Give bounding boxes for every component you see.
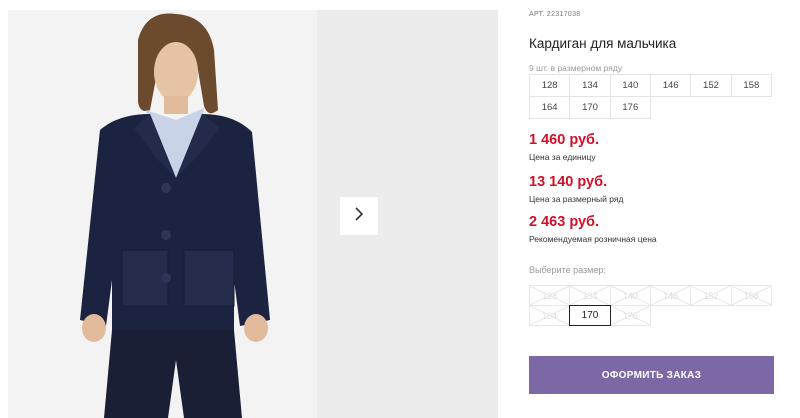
size-range-cell: 170 — [569, 96, 611, 119]
choose-size-label: Выберите размер: — [529, 265, 606, 275]
size-option-selected[interactable]: 170 — [569, 305, 611, 326]
retail-price: 2 463 руб. — [529, 214, 600, 230]
unit-price: 1 460 руб. — [529, 132, 600, 148]
size-option-unavailable: 140 — [609, 285, 651, 306]
size-option-unavailable: 152 — [690, 285, 732, 306]
range-price: 13 140 руб. — [529, 174, 608, 190]
size-range-cell: 134 — [569, 74, 611, 97]
size-option-unavailable: 128 — [529, 285, 571, 306]
size-range-cell: 128 — [529, 74, 571, 97]
boy-in-cardigan-image — [8, 10, 317, 418]
article-number: АРТ. 22317038 — [529, 11, 580, 18]
size-option-unavailable: 134 — [569, 285, 611, 306]
size-range-cell: 140 — [609, 74, 651, 97]
size-range-cell: 164 — [529, 96, 571, 119]
unit-price-label: Цена за единицу — [529, 152, 596, 162]
size-option-unavailable: 158 — [730, 285, 772, 306]
article-value: 22317038 — [546, 11, 581, 18]
size-option-unavailable: 146 — [649, 285, 692, 306]
article-prefix: АРТ. — [529, 11, 545, 18]
choose-size-grid: 128 134 140 146 152 158 164 170 176 — [529, 285, 777, 326]
size-option-unavailable: 176 — [609, 305, 651, 326]
range-price-label: Цена за размерный ряд — [529, 194, 624, 204]
product-gallery — [8, 10, 498, 418]
place-order-button[interactable]: ОФОРМИТЬ ЗАКАЗ — [529, 356, 774, 394]
size-option-unavailable: 164 — [529, 305, 571, 326]
size-range-grid: 128 134 140 146 152 158 164 170 176 — [529, 74, 777, 119]
size-range-cell: 146 — [649, 74, 692, 97]
size-range-cell: 176 — [609, 96, 651, 119]
size-count: 9 шт. в размерном ряду — [529, 63, 623, 73]
retail-price-label: Рекомендуемая розничная цена — [529, 234, 657, 244]
next-photo-button[interactable] — [340, 197, 378, 235]
size-range-cell: 158 — [730, 74, 772, 97]
product-photo[interactable] — [8, 10, 317, 418]
product-title: Кардиган для мальчика — [529, 36, 677, 51]
chevron-right-icon — [352, 206, 366, 227]
size-range-cell: 152 — [690, 74, 732, 97]
